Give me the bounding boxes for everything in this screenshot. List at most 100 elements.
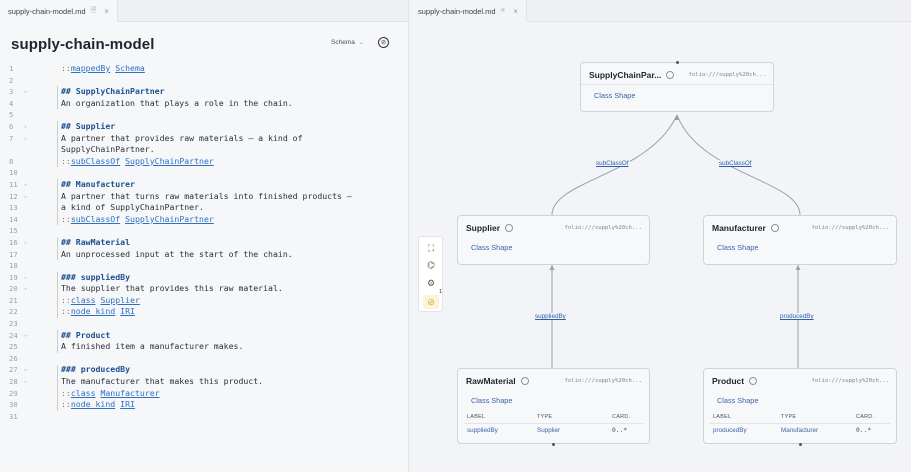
code-line[interactable]: 10 — [0, 167, 409, 179]
code-line[interactable]: 5 — [0, 109, 409, 121]
node-supplychainpartner[interactable]: SupplyChainPar... folio:///supply%20ch..… — [580, 61, 774, 112]
table-cell-type[interactable]: Manufacturer — [781, 427, 818, 434]
code-line[interactable]: 1::mappedBy Schema — [0, 63, 409, 75]
code-link[interactable]: Supplier — [100, 295, 139, 305]
code-link[interactable]: mappedBy — [71, 63, 110, 73]
code-line[interactable]: 12 ⌄ A partner that turns raw materials in… — [0, 191, 409, 203]
code-text: The supplier that provides this raw mate… — [61, 283, 283, 295]
hide-icon[interactable]: ⊘ — [425, 296, 437, 308]
code-link[interactable]: subClassOf — [71, 214, 120, 224]
table-cell-label[interactable]: suppliedBy — [467, 427, 498, 434]
edge-label-subclassof[interactable]: subClassOf — [595, 160, 630, 167]
fold-chevron-icon[interactable]: ⌄ — [24, 191, 27, 203]
focus-icon[interactable]: ⛶ — [425, 242, 437, 254]
code-line[interactable]: 4 An organization that plays a role in th… — [0, 98, 409, 110]
code-line[interactable]: 14::subClassOf SupplyChainPartner — [0, 214, 409, 226]
code-line[interactable]: 18 — [0, 260, 409, 272]
code-line[interactable]: 16 ⌄ ## RawMaterial — [0, 237, 409, 249]
code-line[interactable]: 15 — [0, 225, 409, 237]
code-line[interactable]: 2 — [0, 75, 409, 87]
code-link[interactable]: class — [71, 295, 96, 305]
node-shape-link[interactable]: Class Shape — [717, 396, 758, 405]
code-heading: ### suppliedBy — [61, 271, 131, 282]
section-bar — [57, 271, 58, 319]
fold-chevron-icon[interactable]: ⌄ — [24, 86, 27, 98]
node-rawmaterial[interactable]: RawMaterial folio:///supply%20ch... Clas… — [457, 368, 650, 446]
node-shape-link[interactable]: Class Shape — [594, 91, 635, 100]
node-header: Product — [712, 376, 758, 386]
compass-icon[interactable]: ⊘ — [378, 37, 389, 48]
section-bar — [57, 179, 58, 226]
node-shape-link[interactable]: Class Shape — [471, 243, 512, 252]
node-manufacturer[interactable]: Manufacturer folio:///supply%20ch... Cla… — [703, 215, 897, 265]
schema-select[interactable]: Schema ⌄ — [331, 39, 364, 46]
fold-chevron-icon[interactable]: ⌄ — [24, 133, 27, 145]
edge-label-suppliedby[interactable]: suppliedBy — [534, 313, 567, 320]
edge-label-subclassof[interactable]: subClassOf — [718, 160, 753, 167]
fold-chevron-icon[interactable]: ⌄ — [24, 179, 27, 191]
code-line[interactable]: 22::node kind IRI — [0, 306, 409, 318]
code-link[interactable]: node kind — [71, 306, 115, 316]
node-name: SupplyChainPar... — [589, 70, 662, 80]
code-link[interactable]: IRI — [120, 306, 135, 316]
tab-editor[interactable]: supply-chain-model.md 🗎 × — [0, 0, 118, 22]
table-cell-type[interactable]: Supplier — [537, 427, 560, 434]
code-link[interactable]: Schema — [115, 63, 145, 73]
close-icon[interactable]: × — [104, 7, 109, 16]
node-shape-link[interactable]: Class Shape — [717, 243, 758, 252]
code-token: A partner that turns raw materials into … — [61, 190, 352, 201]
code-line[interactable]: 29::class Manufacturer — [0, 388, 409, 400]
code-link[interactable]: SupplyChainPartner — [125, 214, 214, 224]
code-link[interactable]: class — [71, 388, 96, 398]
code-line[interactable]: 19 ⌄ ### suppliedBy — [0, 272, 409, 284]
code-line[interactable]: 7 ⌄ A partner that provides raw materials … — [0, 133, 409, 145]
settings-icon[interactable]: ⚙ — [425, 277, 437, 289]
code-line[interactable]: 24 ⌄ ## Product — [0, 330, 409, 342]
code-line[interactable]: 23 — [0, 318, 409, 330]
line-number: 29 — [9, 388, 18, 398]
code-heading: ### producedBy — [61, 364, 131, 375]
node-shape-link[interactable]: Class Shape — [471, 396, 512, 405]
code-line[interactable]: 17 An unprocessed input at the start of t… — [0, 249, 409, 261]
code-line[interactable]: 20 ⌄ The supplier that provides this raw m… — [0, 283, 409, 295]
page-title: supply-chain-model — [11, 36, 155, 53]
hierarchy-icon[interactable]: ⌬ — [425, 259, 437, 271]
table-cell-label[interactable]: producedBy — [713, 427, 747, 434]
line-number: 16 — [9, 237, 18, 247]
code-link[interactable]: IRI — [120, 399, 135, 409]
divider — [581, 84, 773, 85]
code-line[interactable]: 8::subClassOf SupplyChainPartner — [0, 156, 409, 168]
code-link[interactable]: subClassOf — [71, 156, 120, 166]
code-line[interactable]: SupplyChainPartner. — [0, 144, 409, 156]
fold-chevron-icon[interactable]: ⌄ — [24, 121, 27, 133]
code-editor[interactable]: 1::mappedBy Schema 2 3 ⌄ ## SupplyChainPartn… — [0, 63, 409, 422]
code-line[interactable]: 31 — [0, 411, 409, 423]
code-line[interactable]: 28 ⌄ The manufacturer that makes this prod… — [0, 376, 409, 388]
node-name: RawMaterial — [466, 376, 516, 386]
fold-chevron-icon[interactable]: ⌄ — [24, 272, 27, 284]
line-number: 12 — [9, 191, 18, 201]
code-line[interactable]: 26 — [0, 353, 409, 365]
code-link[interactable]: node kind — [71, 399, 115, 409]
code-line[interactable]: 25 A finished item a manufacturer makes. — [0, 341, 409, 353]
code-token: :: — [61, 155, 71, 166]
shape-icon — [749, 377, 758, 385]
code-line[interactable]: 13 a kind of SupplyChainPartner. — [0, 202, 409, 214]
node-port — [676, 61, 679, 64]
code-line[interactable]: 21::class Supplier — [0, 295, 409, 307]
fold-chevron-icon[interactable]: ⌄ — [24, 376, 27, 388]
fold-chevron-icon[interactable]: ⌄ — [24, 364, 27, 376]
code-link[interactable]: Manufacturer — [100, 388, 159, 398]
fold-chevron-icon[interactable]: ⌄ — [24, 330, 27, 342]
edge-label-producedby[interactable]: producedBy — [779, 313, 815, 320]
code-line[interactable]: 6 ⌄ ## Supplier — [0, 121, 409, 133]
code-link[interactable]: SupplyChainPartner — [125, 156, 214, 166]
fold-chevron-icon[interactable]: ⌄ — [24, 237, 27, 249]
code-line[interactable]: 3 ⌄ ## SupplyChainPartner — [0, 86, 409, 98]
node-product[interactable]: Product folio:///supply%20ch... Class Sh… — [703, 368, 897, 446]
code-line[interactable]: 30::node kind IRI — [0, 399, 409, 411]
fold-chevron-icon[interactable]: ⌄ — [24, 283, 27, 295]
node-supplier[interactable]: Supplier folio:///supply%20ch... Class S… — [457, 215, 650, 265]
code-line[interactable]: 27 ⌄ ### producedBy — [0, 364, 409, 376]
code-line[interactable]: 11 ⌄ ## Manufacturer — [0, 179, 409, 191]
